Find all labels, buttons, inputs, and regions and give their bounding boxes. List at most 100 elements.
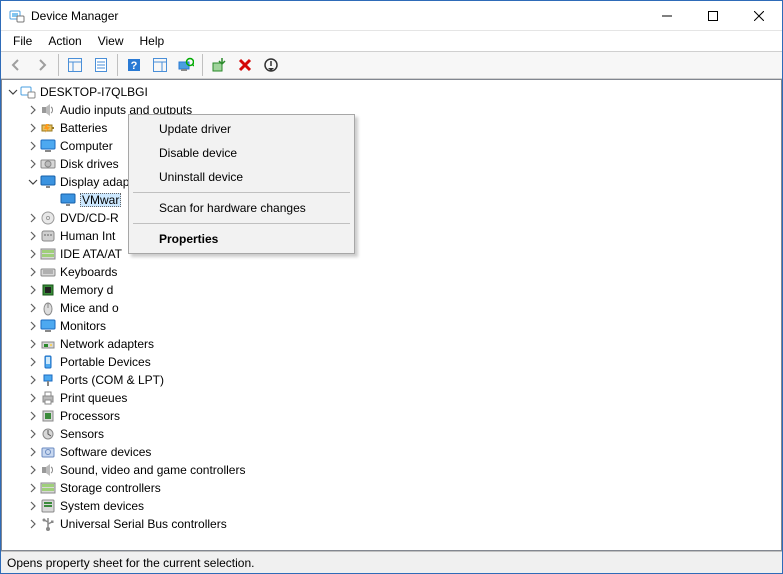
expander-icon[interactable] <box>6 85 20 99</box>
tree-category[interactable]: Print queues <box>2 389 781 407</box>
expander-icon[interactable] <box>26 301 40 315</box>
close-button[interactable] <box>736 1 782 31</box>
show-hide-console-tree-button[interactable] <box>63 53 87 77</box>
tree-category[interactable]: Computer <box>2 137 781 155</box>
context-scan-for-hardware-changes[interactable]: Scan for hardware changes <box>131 196 352 220</box>
expander-icon[interactable] <box>26 319 40 333</box>
category-label: Memory d <box>60 283 113 297</box>
tree-category[interactable]: Audio inputs and outputs <box>2 101 781 119</box>
expander-icon[interactable] <box>26 445 40 459</box>
forward-button[interactable] <box>30 53 54 77</box>
computer-icon <box>20 84 36 100</box>
expander-icon[interactable] <box>26 229 40 243</box>
expander-icon[interactable] <box>26 157 40 171</box>
tree-category[interactable]: Network adapters <box>2 335 781 353</box>
expander-icon[interactable] <box>26 517 40 531</box>
back-button[interactable] <box>4 53 28 77</box>
context-uninstall-device[interactable]: Uninstall device <box>131 165 352 189</box>
tree-category[interactable]: Ports (COM & LPT) <box>2 371 781 389</box>
tree-category[interactable]: Monitors <box>2 317 781 335</box>
expander-icon[interactable] <box>26 337 40 351</box>
storage-icon <box>40 246 56 262</box>
expander-icon[interactable] <box>26 427 40 441</box>
expander-icon[interactable] <box>26 499 40 513</box>
tree-category[interactable]: IDE ATA/AT <box>2 245 781 263</box>
update-driver-button[interactable] <box>207 53 231 77</box>
properties-button[interactable] <box>89 53 113 77</box>
expander-icon[interactable] <box>26 211 40 225</box>
help-button[interactable]: ? <box>122 53 146 77</box>
tree-category[interactable]: Display adapters <box>2 173 781 191</box>
category-label: Mice and o <box>60 301 119 315</box>
statusbar: Opens property sheet for the current sel… <box>1 551 782 573</box>
expander-icon[interactable] <box>26 139 40 153</box>
menu-view[interactable]: View <box>90 32 132 50</box>
expander-icon[interactable] <box>26 103 40 117</box>
uninstall-button[interactable] <box>233 53 257 77</box>
toolbar-separator <box>117 54 118 76</box>
root-label: DESKTOP-I7QLBGI <box>40 85 148 99</box>
tree-category[interactable]: Universal Serial Bus controllers <box>2 515 781 533</box>
expander-icon[interactable] <box>26 481 40 495</box>
expander-icon[interactable] <box>26 247 40 261</box>
expander-icon[interactable] <box>26 391 40 405</box>
context-separator <box>133 192 350 193</box>
category-label: DVD/CD-R <box>60 211 119 225</box>
tree-category[interactable]: Mice and o <box>2 299 781 317</box>
menu-help[interactable]: Help <box>132 32 173 50</box>
minimize-button[interactable] <box>644 1 690 31</box>
chip-icon <box>40 282 56 298</box>
tree-category[interactable]: Storage controllers <box>2 479 781 497</box>
tree-category[interactable]: Human Int <box>2 227 781 245</box>
tree-category[interactable]: Processors <box>2 407 781 425</box>
expander-icon[interactable] <box>26 463 40 477</box>
battery-icon <box>40 120 56 136</box>
menubar: File Action View Help <box>1 31 782 51</box>
cd-icon <box>40 210 56 226</box>
tree-device[interactable]: VMwar <box>2 191 781 209</box>
category-label: Sound, video and game controllers <box>60 463 245 477</box>
tree-category[interactable]: Software devices <box>2 443 781 461</box>
scan-hardware-button[interactable] <box>174 53 198 77</box>
monitor-icon <box>40 138 56 154</box>
tree-category[interactable]: Portable Devices <box>2 353 781 371</box>
context-properties[interactable]: Properties <box>131 227 352 251</box>
menu-action[interactable]: Action <box>40 32 89 50</box>
context-update-driver[interactable]: Update driver <box>131 117 352 141</box>
expander-icon[interactable] <box>26 265 40 279</box>
tree-category[interactable]: Memory d <box>2 281 781 299</box>
action-pane-button[interactable] <box>148 53 172 77</box>
device-tree[interactable]: DESKTOP-I7QLBGI Audio inputs and outputsB… <box>1 79 782 551</box>
tree-category[interactable]: Sensors <box>2 425 781 443</box>
tree-root[interactable]: DESKTOP-I7QLBGI <box>2 83 781 101</box>
expander-icon[interactable] <box>26 283 40 297</box>
port-icon <box>40 372 56 388</box>
display-icon <box>60 192 76 208</box>
category-label: Processors <box>60 409 120 423</box>
system-icon <box>40 498 56 514</box>
tree-category[interactable]: DVD/CD-R <box>2 209 781 227</box>
menu-file[interactable]: File <box>5 32 40 50</box>
category-label: Keyboards <box>60 265 117 279</box>
category-label: Disk drives <box>60 157 119 171</box>
expander-icon[interactable] <box>26 175 40 189</box>
disk-icon <box>40 156 56 172</box>
tree-category[interactable]: Sound, video and game controllers <box>2 461 781 479</box>
tree-category[interactable]: Batteries <box>2 119 781 137</box>
tree-category[interactable]: Disk drives <box>2 155 781 173</box>
expander-icon[interactable] <box>26 409 40 423</box>
maximize-button[interactable] <box>690 1 736 31</box>
toolbar: ? <box>1 51 782 79</box>
category-label: Portable Devices <box>60 355 151 369</box>
device-manager-window: Device Manager File Action View Help ? D <box>0 0 783 574</box>
keyboard-icon <box>40 264 56 280</box>
category-label: Ports (COM & LPT) <box>60 373 164 387</box>
expander-icon[interactable] <box>26 373 40 387</box>
expander-icon[interactable] <box>26 121 40 135</box>
expander-icon[interactable] <box>26 355 40 369</box>
tree-category[interactable]: Keyboards <box>2 263 781 281</box>
disable-button[interactable] <box>259 53 283 77</box>
context-disable-device[interactable]: Disable device <box>131 141 352 165</box>
tree-category[interactable]: System devices <box>2 497 781 515</box>
svg-text:?: ? <box>131 60 138 72</box>
